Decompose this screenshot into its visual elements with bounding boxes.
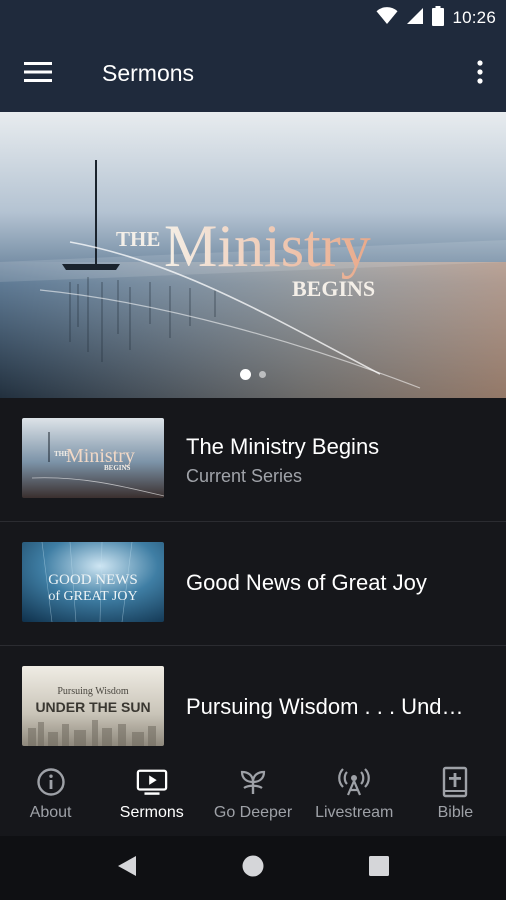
battery-icon: [432, 5, 445, 31]
overflow-menu-button[interactable]: [468, 56, 492, 92]
thumbnail-text: UNDER THE SUN: [35, 699, 150, 715]
back-button[interactable]: [107, 848, 147, 888]
series-subtitle: Current Series: [186, 466, 303, 486]
list-item[interactable]: THE Ministry BEGINS The Ministry Begins …: [0, 398, 506, 522]
home-circle-icon: [241, 854, 265, 883]
sprout-icon: [237, 766, 269, 798]
thumbnail-text: of GREAT JOY: [48, 589, 137, 604]
nav-label: Bible: [437, 804, 474, 821]
home-button[interactable]: [233, 848, 273, 888]
more-vert-icon: [477, 59, 483, 89]
series-title: Good News of Great Joy: [186, 570, 427, 595]
series-list: THE Ministry BEGINS The Ministry Begins …: [0, 398, 506, 750]
info-icon: [35, 766, 67, 798]
broadcast-icon: [338, 766, 371, 798]
carousel-dot[interactable]: [259, 371, 266, 378]
hero-title-small: THE: [116, 227, 160, 251]
status-time: 10:26: [452, 8, 496, 27]
series-thumbnail: THE Ministry BEGINS: [22, 418, 164, 498]
nav-about[interactable]: About: [0, 750, 101, 836]
series-title: The Ministry Begins: [186, 434, 380, 459]
tv-play-icon: [136, 766, 168, 798]
hamburger-icon: [24, 61, 52, 87]
menu-button[interactable]: [20, 56, 56, 92]
nav-label: Go Deeper: [213, 804, 293, 821]
nav-bible[interactable]: Bible: [405, 750, 506, 836]
status-icons: 10:26: [376, 5, 496, 31]
wifi-icon: [376, 6, 398, 30]
carousel-dot-active[interactable]: [240, 369, 251, 380]
system-navigation-bar: [0, 836, 506, 900]
bottom-navigation: About Sermons Go Deeper Livestream Bible: [0, 750, 506, 836]
recents-button[interactable]: [359, 848, 399, 888]
thumbnail-text: Pursuing Wisdom: [57, 686, 129, 697]
nav-label: Livestream: [315, 804, 394, 821]
list-item[interactable]: GOOD NEWS of GREAT JOY Good News of Grea…: [0, 522, 506, 646]
series-thumbnail: Pursuing Wisdom UNDER THE SUN: [22, 666, 164, 746]
nav-livestream[interactable]: Livestream: [304, 750, 405, 836]
bible-icon: [439, 766, 471, 798]
nav-sermons[interactable]: Sermons: [101, 750, 202, 836]
series-title: Pursuing Wisdom . . . Und…: [186, 694, 464, 719]
nav-label: Sermons: [119, 804, 184, 821]
signal-icon: [406, 7, 424, 30]
hero-title-large: Ministry: [164, 213, 371, 279]
series-thumbnail: GOOD NEWS of GREAT JOY: [22, 542, 164, 622]
thumbnail-text: GOOD NEWS: [48, 572, 138, 588]
thumbnail-text: BEGINS: [104, 464, 131, 472]
carousel-indicator: [0, 369, 506, 380]
hero-banner[interactable]: THE Ministry BEGINS: [0, 112, 506, 398]
recents-square-icon: [368, 855, 390, 882]
nav-label: About: [29, 804, 72, 821]
page-title: Sermons: [102, 60, 195, 86]
list-item[interactable]: Pursuing Wisdom UNDER THE SUN Pursuing W…: [0, 646, 506, 750]
back-triangle-icon: [116, 854, 138, 883]
status-bar: 10:26: [0, 0, 506, 36]
hero-title-sub: BEGINS: [292, 276, 375, 301]
nav-go-deeper[interactable]: Go Deeper: [202, 750, 303, 836]
app-bar: Sermons: [0, 36, 506, 112]
hero-image: THE Ministry BEGINS: [0, 112, 506, 398]
